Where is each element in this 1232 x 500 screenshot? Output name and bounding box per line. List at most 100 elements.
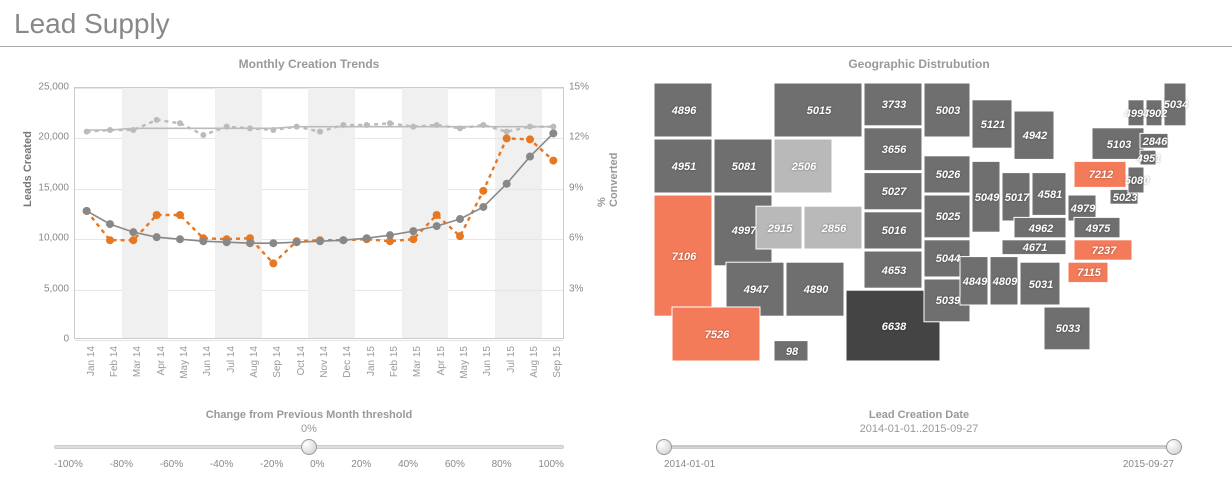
chart-point <box>176 211 184 219</box>
threshold-slider-track[interactable] <box>54 437 564 457</box>
date-slider-rail <box>664 445 1174 449</box>
trends-title: Monthly Creation Trends <box>14 57 604 71</box>
map-state-FL[interactable] <box>1044 307 1090 350</box>
threshold-tick: 80% <box>492 459 512 470</box>
map-state-ND[interactable] <box>864 83 922 126</box>
map-state-WI[interactable] <box>972 100 1012 148</box>
x-tick: Jan 14 <box>86 346 97 376</box>
chart-point <box>176 235 184 243</box>
date-slider-end: 2015-09-27 <box>1123 459 1174 470</box>
chart-point <box>269 239 277 247</box>
y-right-tick: 9% <box>569 182 604 193</box>
map-state-PA[interactable] <box>1074 161 1126 187</box>
panels: Monthly Creation Trends Leads Created % … <box>0 47 1232 470</box>
map-state-MN[interactable] <box>924 83 970 137</box>
map-state-VA[interactable] <box>1074 217 1120 237</box>
date-slider-start: 2014-01-01 <box>664 459 715 470</box>
map-state-MS[interactable] <box>960 257 988 305</box>
map-state-CA[interactable] <box>654 195 712 316</box>
y-left-tick: 15,000 <box>14 182 69 193</box>
map-state-MT[interactable] <box>774 83 862 137</box>
threshold-tick: -100% <box>54 459 83 470</box>
map-state-IN[interactable] <box>1002 173 1030 221</box>
chart-point <box>317 129 323 135</box>
threshold-slider-block: Change from Previous Month threshold 0% … <box>14 409 604 470</box>
map-state-SD[interactable] <box>864 128 922 171</box>
chart-point <box>153 233 161 241</box>
chart-point <box>269 259 277 267</box>
chart-point <box>339 236 347 244</box>
map-chart[interactable]: 4896495171064997508150152506291528564947… <box>624 77 1214 397</box>
chart-point <box>106 220 114 228</box>
chart-point <box>386 231 394 239</box>
date-slider-thumb-end[interactable] <box>1166 439 1182 455</box>
map-state-NC[interactable] <box>1074 240 1132 260</box>
chart-point <box>503 134 511 142</box>
chart-point <box>129 236 137 244</box>
map-state-IA[interactable] <box>924 156 970 193</box>
map-state-WY[interactable] <box>774 139 832 193</box>
map-state-SC[interactable] <box>1068 262 1108 282</box>
y-left-tick: 10,000 <box>14 233 69 244</box>
chart-point <box>246 239 254 247</box>
map-svg <box>624 77 1214 397</box>
date-slider-block: Lead Creation Date 2014-01-01..2015-09-2… <box>624 409 1214 470</box>
map-state-AL[interactable] <box>990 257 1018 305</box>
chart-point <box>316 237 324 245</box>
threshold-slider-title: Change from Previous Month threshold <box>14 409 604 421</box>
x-tick: Mar 15 <box>412 346 423 377</box>
map-state-NM[interactable] <box>786 262 844 316</box>
x-tick: Apr 14 <box>156 346 167 375</box>
map-state-NJ[interactable] <box>1128 167 1144 193</box>
date-slider-thumb-start[interactable] <box>656 439 672 455</box>
page-title: Lead Supply <box>0 0 1232 47</box>
threshold-tick: -20% <box>260 459 283 470</box>
map-state-NY[interactable] <box>1092 128 1144 160</box>
map-state-CT[interactable] <box>1140 150 1156 165</box>
chart-point <box>549 129 557 137</box>
chart-point <box>129 228 137 236</box>
threshold-slider-ticks: -100%-80%-60%-40%-20%0%20%40%60%80%100% <box>54 459 564 470</box>
threshold-tick: -40% <box>210 459 233 470</box>
chart-point <box>526 153 534 161</box>
x-tick: Jul 15 <box>506 346 517 373</box>
map-state-ID[interactable] <box>714 139 772 193</box>
chart-point <box>526 135 534 143</box>
map-state-WA[interactable] <box>654 83 712 137</box>
map-state-NH[interactable] <box>1146 100 1162 126</box>
map-state-OH[interactable] <box>1032 173 1066 216</box>
x-tick: Mar 14 <box>132 346 143 377</box>
map-state-MA[interactable] <box>1140 133 1168 148</box>
map-state-UT[interactable] <box>756 206 802 249</box>
chart-point <box>456 215 464 223</box>
chart-point <box>479 187 487 195</box>
map-state-KS[interactable] <box>864 212 922 249</box>
map-state-ME[interactable] <box>1164 83 1186 126</box>
map-state-OR[interactable] <box>654 139 712 193</box>
date-slider-title: Lead Creation Date <box>624 409 1214 421</box>
trends-panel: Monthly Creation Trends Leads Created % … <box>14 57 604 470</box>
threshold-slider-thumb[interactable] <box>301 439 317 455</box>
threshold-tick: 0% <box>310 459 324 470</box>
map-state-MI[interactable] <box>1014 111 1054 159</box>
map-state-OK[interactable] <box>864 251 922 288</box>
x-tick: Aug 15 <box>529 346 540 378</box>
map-state-NE[interactable] <box>864 173 922 210</box>
map-state-HI[interactable] <box>774 341 808 361</box>
map-state-GA[interactable] <box>1020 262 1060 305</box>
map-state-VT[interactable] <box>1128 100 1144 126</box>
map-state-CO[interactable] <box>804 206 862 249</box>
map-state-KY[interactable] <box>1014 217 1066 237</box>
map-state-MO[interactable] <box>924 195 970 238</box>
x-tick: Nov 14 <box>319 346 330 378</box>
map-state-TN[interactable] <box>1002 240 1066 255</box>
x-tick: Jan 15 <box>366 346 377 376</box>
map-state-IL[interactable] <box>972 161 1000 232</box>
chart-point <box>154 117 160 123</box>
date-slider-track[interactable] <box>664 437 1174 457</box>
chart-point <box>503 180 511 188</box>
trends-chart[interactable]: Leads Created % Converted 05,00010,00015… <box>14 77 604 397</box>
map-state-AK[interactable] <box>672 307 760 361</box>
date-slider-range: 2014-01-01..2015-09-27 <box>624 423 1214 435</box>
map-title: Geographic Distrubution <box>624 57 1214 71</box>
